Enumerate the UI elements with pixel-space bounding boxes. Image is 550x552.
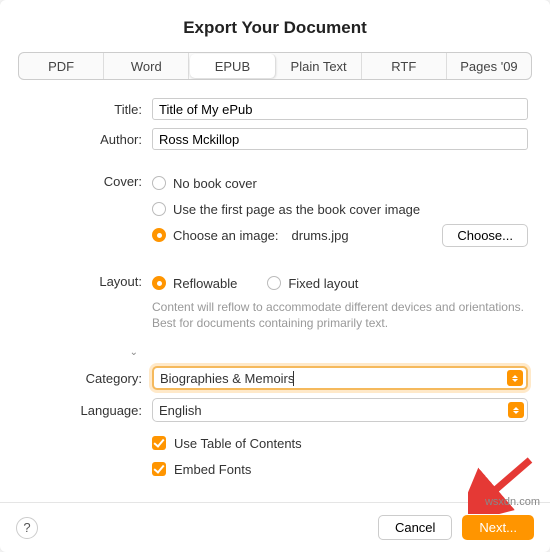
tab-pages09[interactable]: Pages '09 — [447, 53, 531, 79]
category-value: Biographies & Memoirs — [160, 371, 294, 386]
layout-help-text: Content will reflow to accommodate diffe… — [152, 299, 528, 331]
use-toc-checkbox[interactable] — [152, 436, 166, 450]
category-label: Category: — [22, 371, 152, 386]
title-input[interactable] — [152, 98, 528, 120]
cover-image-name: drums.jpg — [292, 228, 349, 243]
format-tabs: PDF Word EPUB Plain Text RTF Pages '09 — [18, 52, 532, 80]
language-value: English — [159, 403, 202, 418]
language-select[interactable]: English — [152, 398, 528, 422]
language-label: Language: — [22, 403, 152, 418]
layout-radio-reflowable[interactable] — [152, 276, 166, 290]
cover-radio-choose-image[interactable] — [152, 228, 166, 242]
category-select[interactable]: Biographies & Memoirs — [152, 366, 528, 390]
help-button[interactable]: ? — [16, 517, 38, 539]
form-body: Title: Author: Cover: No book cover Use … — [0, 98, 550, 502]
tab-pdf[interactable]: PDF — [19, 53, 104, 79]
cover-option-none: No book cover — [173, 176, 257, 191]
cover-option-choose-image: Choose an image: — [173, 228, 279, 243]
layout-option-reflowable: Reflowable — [173, 276, 237, 291]
author-label: Author: — [22, 132, 152, 147]
title-label: Title: — [22, 102, 152, 117]
tab-plain-text[interactable]: Plain Text — [277, 53, 362, 79]
tab-rtf[interactable]: RTF — [362, 53, 447, 79]
dialog-footer: ? Cancel Next... — [0, 502, 550, 552]
cover-option-first-page: Use the first page as the book cover ima… — [173, 202, 420, 217]
cover-label: Cover: — [22, 170, 152, 189]
cancel-button[interactable]: Cancel — [378, 515, 452, 540]
cover-radio-none[interactable] — [152, 176, 166, 190]
dropdown-arrow-icon — [508, 402, 524, 418]
embed-fonts-label: Embed Fonts — [174, 462, 251, 477]
dialog-title: Export Your Document — [0, 0, 550, 52]
cover-radio-first-page[interactable] — [152, 202, 166, 216]
tab-epub[interactable]: EPUB — [190, 54, 275, 78]
layout-label: Layout: — [22, 270, 152, 289]
use-toc-label: Use Table of Contents — [174, 436, 302, 451]
next-button[interactable]: Next... — [462, 515, 534, 540]
export-dialog: Export Your Document PDF Word EPUB Plain… — [0, 0, 550, 552]
tab-word[interactable]: Word — [104, 53, 189, 79]
author-input[interactable] — [152, 128, 528, 150]
layout-radio-fixed[interactable] — [267, 276, 281, 290]
layout-option-fixed: Fixed layout — [288, 276, 358, 291]
expand-chevron-icon[interactable]: ⌄ — [22, 347, 152, 358]
choose-image-button[interactable]: Choose... — [442, 224, 528, 247]
watermark: wsxdn.com — [485, 496, 540, 508]
dropdown-arrow-icon — [507, 370, 523, 386]
embed-fonts-checkbox[interactable] — [152, 462, 166, 476]
